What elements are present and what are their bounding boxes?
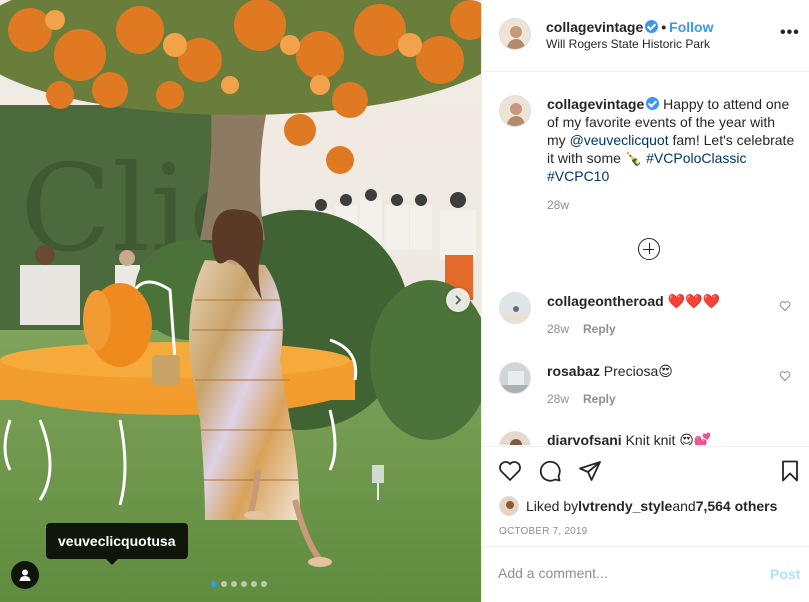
comment-body: Preciosa😍 xyxy=(599,363,673,379)
caption-avatar[interactable] xyxy=(499,95,531,127)
post-panel: collagevintage • Follow Will Rogers State … xyxy=(481,0,809,602)
comment-avatar[interactable] xyxy=(499,431,531,445)
comment-item: collageontheroad ❤️❤️❤️ 28w Reply xyxy=(499,292,799,352)
likes-count[interactable]: 7,564 others xyxy=(696,498,778,514)
more-options-icon[interactable]: ••• xyxy=(780,24,800,42)
comment-username[interactable]: rosabaz xyxy=(547,363,600,379)
author-username[interactable]: collagevintage xyxy=(546,19,643,35)
avatar-image xyxy=(500,293,530,323)
author-avatar[interactable] xyxy=(499,18,531,50)
chevron-right-icon xyxy=(455,295,462,305)
person-icon xyxy=(19,569,31,581)
instagram-post: Clic veuveclicquotusa collagevintage • F… xyxy=(0,0,809,602)
add-comment-bar: Post xyxy=(482,546,809,602)
next-photo-button[interactable] xyxy=(446,288,470,312)
comment-bubble-icon[interactable] xyxy=(538,459,562,483)
follow-button[interactable]: Follow xyxy=(669,19,713,35)
user-tags-icon[interactable] xyxy=(11,561,39,589)
comment-item: rosabaz Preciosa😍 28w Reply xyxy=(499,362,799,422)
caption-mention[interactable]: @veuveclicquot xyxy=(570,132,669,148)
caption-hashtag-1[interactable]: #VCPoloClassic xyxy=(646,150,746,166)
save-bookmark-icon[interactable] xyxy=(778,459,802,483)
post-date[interactable]: OCTOBER 7, 2019 xyxy=(499,526,587,537)
carousel-dot xyxy=(251,581,257,587)
verified-badge-icon xyxy=(646,97,660,110)
comment-body: ❤️❤️❤️ xyxy=(663,293,720,309)
carousel-dot xyxy=(231,581,237,587)
carousel-dot xyxy=(261,581,267,587)
caption-hashtag-2[interactable]: #VCPC10 xyxy=(547,168,609,184)
comment-meta: 28w Reply xyxy=(547,392,616,406)
caption-username[interactable]: collagevintage xyxy=(547,96,644,112)
comment-input[interactable] xyxy=(498,565,748,581)
comment-meta: 28w Reply xyxy=(547,322,616,336)
comment-body: Knit knit 😍💕 xyxy=(621,432,712,445)
like-comment-heart-icon[interactable] xyxy=(779,300,791,312)
avatar-image xyxy=(500,432,530,445)
carousel-dot xyxy=(211,581,217,587)
verified-badge-icon xyxy=(645,20,659,33)
comment-avatar[interactable] xyxy=(499,362,531,394)
comment-time[interactable]: 28w xyxy=(547,322,569,336)
photo-scene: Clic xyxy=(0,0,481,602)
post-header: collagevintage • Follow Will Rogers State … xyxy=(482,0,809,72)
like-comment-heart-icon[interactable] xyxy=(779,370,791,382)
avatar-image xyxy=(500,497,518,515)
carousel-indicator xyxy=(211,581,267,587)
post-comment-button[interactable]: Post xyxy=(770,566,800,582)
post-actions: Liked by lvtrendy_style and 7,564 others… xyxy=(482,446,809,546)
caption-text: collagevintage Happy to attend one of my… xyxy=(547,95,797,185)
carousel-dot xyxy=(241,581,247,587)
photo-user-tag[interactable]: veuveclicquotusa xyxy=(46,523,188,565)
likes-summary: Liked by lvtrendy_style and 7,564 others xyxy=(499,496,777,516)
comment-text: rosabaz Preciosa😍 xyxy=(547,362,673,380)
liker-avatar[interactable] xyxy=(499,496,519,516)
avatar-image xyxy=(500,19,530,49)
caption-time[interactable]: 28w xyxy=(547,198,569,212)
separator-dot: • xyxy=(661,19,667,35)
avatar-image xyxy=(500,96,530,126)
load-more-comments-icon[interactable] xyxy=(638,238,660,260)
comment-text: collageontheroad ❤️❤️❤️ xyxy=(547,292,720,310)
comment-username[interactable]: collageontheroad xyxy=(547,293,664,309)
post-photo[interactable]: Clic veuveclicquotusa xyxy=(0,0,481,602)
like-heart-icon[interactable] xyxy=(498,459,522,483)
comment-text: diarvofsani Knit knit 😍💕 xyxy=(547,431,711,445)
comment-item: diarvofsani Knit knit 😍💕 xyxy=(499,431,799,445)
avatar-image xyxy=(500,363,530,393)
carousel-dot xyxy=(221,581,227,587)
reply-button[interactable]: Reply xyxy=(583,392,616,406)
share-paper-plane-icon[interactable] xyxy=(578,459,602,483)
liker-username[interactable]: lvtrendy_style xyxy=(578,498,672,514)
comment-time[interactable]: 28w xyxy=(547,392,569,406)
location-link[interactable]: Will Rogers State Historic Park xyxy=(546,37,710,51)
comments-section: collagevintage Happy to attend one of my… xyxy=(482,73,809,445)
reply-button[interactable]: Reply xyxy=(583,322,616,336)
likes-prefix: Liked by xyxy=(526,498,579,514)
comment-username[interactable]: diarvofsani xyxy=(547,432,622,445)
comment-avatar[interactable] xyxy=(499,292,531,324)
likes-and: and xyxy=(672,498,696,514)
author-line: collagevintage • Follow xyxy=(546,19,714,35)
